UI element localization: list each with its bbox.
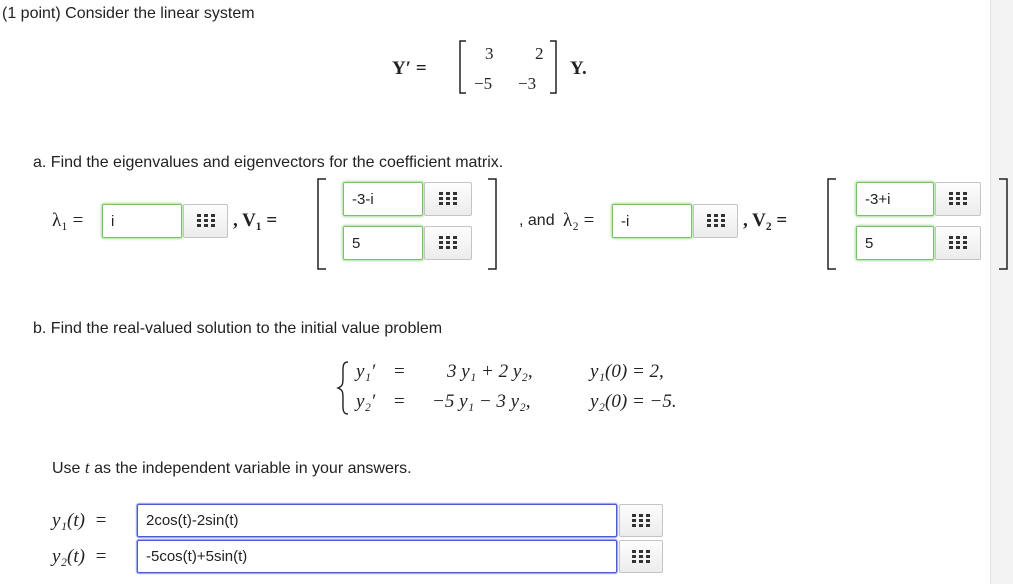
page-scroll-gutter — [990, 0, 1013, 584]
system-lhs: Y′ = — [392, 58, 427, 79]
v1-bottom-palette-button[interactable] — [424, 226, 472, 260]
matrix-a11: 3 — [485, 44, 494, 63]
lambda2-label: λ₂ = — [563, 210, 595, 231]
part-b-prompt: b. Find the real-valued solution to the … — [33, 320, 443, 337]
and-label: , and — [519, 212, 555, 229]
problem-header: (1 point) Consider the linear system — [2, 5, 255, 22]
v2-top-palette-button[interactable] — [935, 182, 981, 216]
v2-top-input[interactable]: -3+i — [856, 182, 934, 216]
y1-input[interactable]: 2cos(t)-2sin(t) — [137, 504, 617, 537]
grid-icon — [196, 214, 215, 227]
grid-icon — [439, 236, 457, 249]
v2-label: , V₂ = — [743, 210, 788, 231]
lambda1-label: λ₁ = — [52, 210, 84, 231]
matrix-a22: −3 — [518, 74, 537, 93]
system-brace — [336, 361, 349, 415]
v1-top-palette-button[interactable] — [424, 182, 472, 216]
y2-label: y₂(t) = — [52, 546, 108, 567]
eq1-equals: = — [394, 361, 405, 382]
instruction-var: t — [84, 458, 90, 477]
lambda1-palette-button[interactable] — [183, 204, 228, 238]
eq1-lhs: y₁′ — [356, 361, 376, 382]
grid-icon — [632, 549, 650, 563]
eq1-rhs: 3 y₁ + 2 y₂, — [447, 361, 533, 382]
grid-icon — [706, 214, 725, 227]
v1-left-bracket — [317, 178, 326, 270]
v1-top-input[interactable]: -3-i — [343, 182, 423, 216]
lambda1-input[interactable]: i — [102, 204, 182, 238]
system-rhs: Y. — [570, 58, 587, 79]
eq2-rhs: −5 y₁ − 3 y₂, — [432, 391, 531, 412]
eq2-equals: = — [394, 391, 405, 412]
matrix-right-bracket — [550, 40, 557, 94]
v1-right-bracket — [488, 178, 497, 270]
v1-bottom-input[interactable]: 5 — [343, 226, 423, 260]
ic1: y₁(0) = 2, — [590, 361, 664, 382]
grid-icon — [949, 192, 967, 205]
matrix-a21: −5 — [474, 74, 493, 93]
ic2: y₂(0) = −5. — [590, 391, 677, 412]
lambda2-palette-button[interactable] — [693, 204, 738, 238]
v1-label: , V₁ = — [233, 210, 278, 231]
lambda2-input[interactable]: -i — [612, 204, 692, 238]
grid-icon — [439, 192, 457, 205]
v2-left-bracket — [827, 178, 836, 270]
v2-right-bracket — [999, 178, 1008, 270]
v2-bottom-input[interactable]: 5 — [856, 226, 934, 260]
eq2-lhs: y₂′ — [356, 391, 376, 412]
instruction-pre: Use — [52, 460, 81, 477]
y1-label: y₁(t) = — [52, 510, 108, 531]
instruction-text: Use t as the independent variable in you… — [52, 458, 412, 478]
grid-icon — [632, 513, 650, 527]
y2-palette-button[interactable] — [619, 540, 663, 573]
y1-palette-button[interactable] — [619, 504, 663, 537]
y2-input[interactable]: -5cos(t)+5sin(t) — [137, 540, 617, 573]
grid-icon — [949, 236, 967, 249]
matrix-left-bracket — [459, 40, 466, 94]
matrix-a12: 2 — [535, 44, 544, 63]
v2-bottom-palette-button[interactable] — [935, 226, 981, 260]
part-a-prompt: a. Find the eigenvalues and eigenvectors… — [33, 154, 504, 171]
instruction-post: as the independent variable in your answ… — [94, 460, 412, 477]
